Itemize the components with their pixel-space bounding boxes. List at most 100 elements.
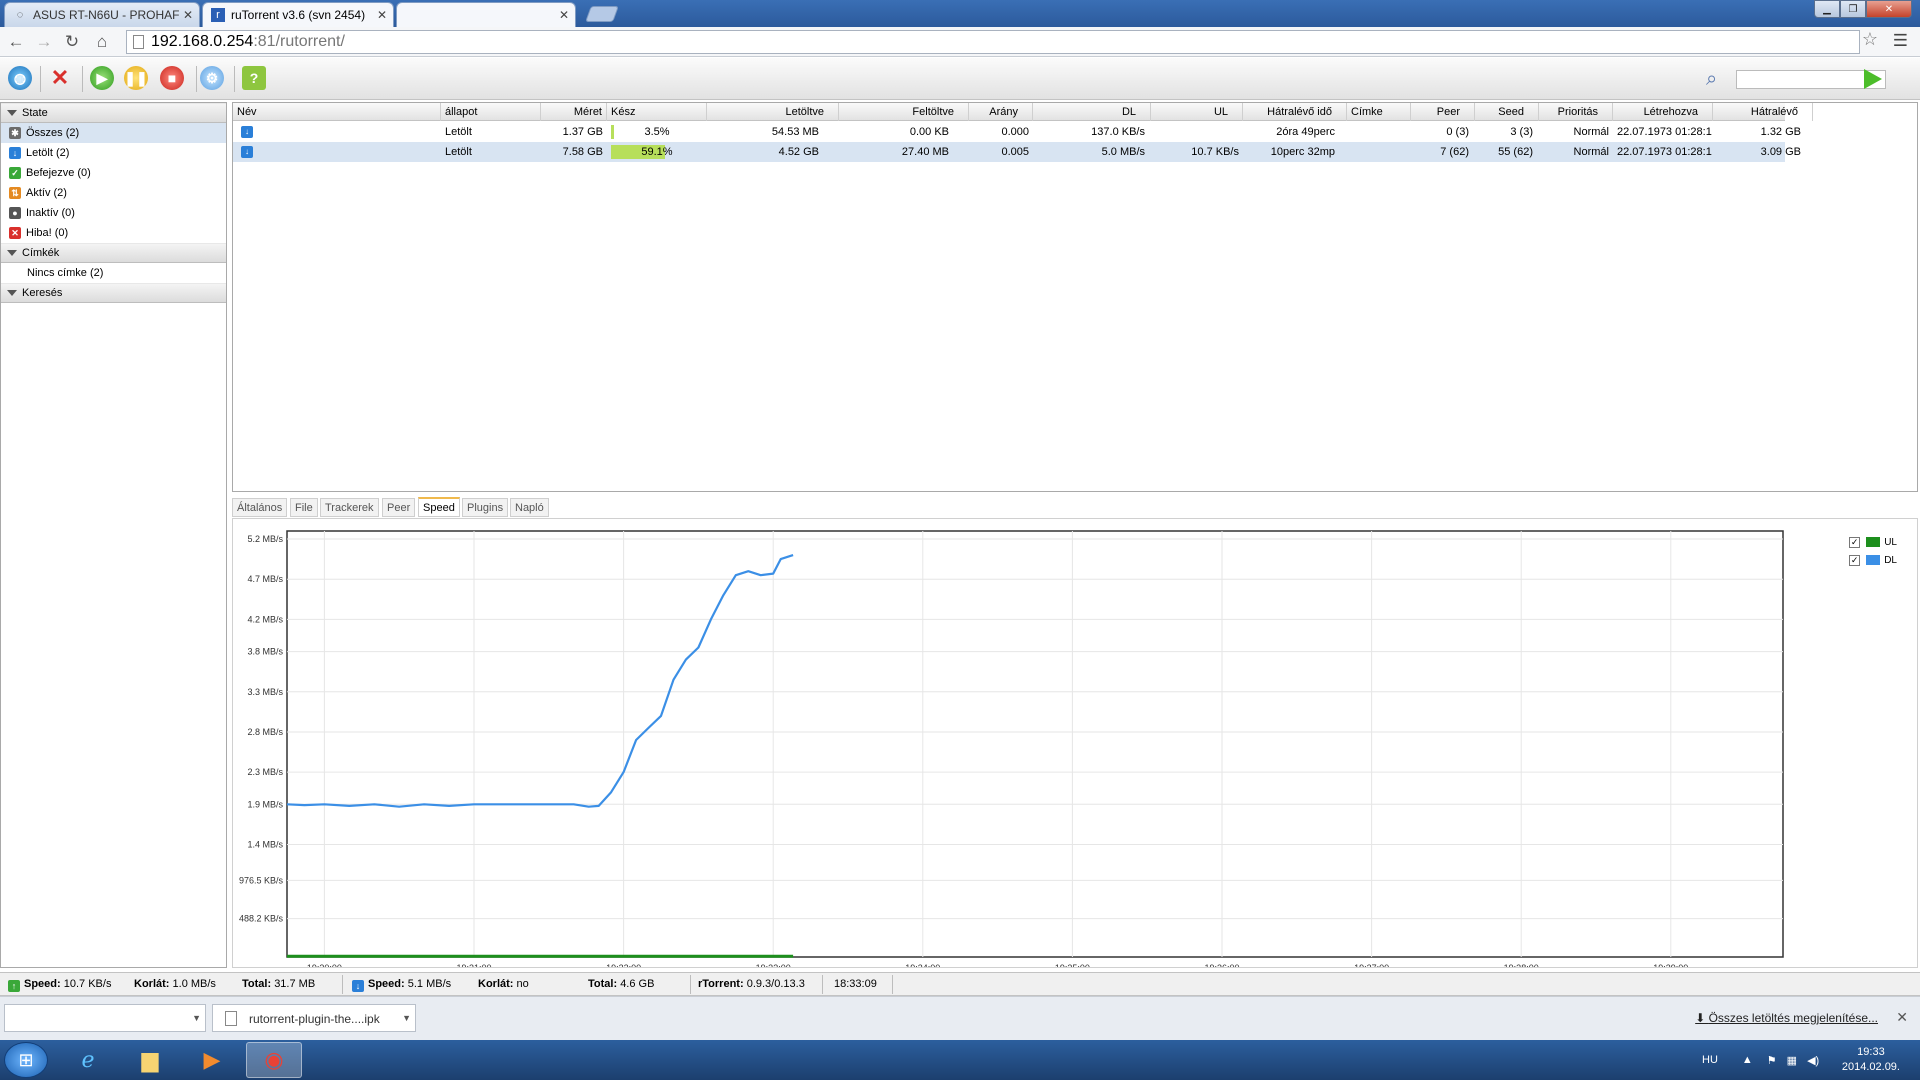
taskbar-clock[interactable]: 19:33 2014.02.09. [1842, 1045, 1900, 1075]
stop-icon[interactable]: ■ [160, 66, 184, 90]
column-header-seeds[interactable]: Seed [1475, 103, 1539, 121]
column-header-created[interactable]: Létrehozva [1613, 103, 1713, 121]
download-item[interactable]: rutorrent-plugin-the....ipk ▼ [212, 1004, 416, 1032]
show-all-downloads-link[interactable]: ⬇ Összes letöltés megjelenítése... [1695, 1011, 1878, 1025]
column-header-uploaded[interactable]: Feltöltve [839, 103, 969, 121]
ie-icon[interactable]: ℯ [60, 1042, 116, 1078]
upload-icon: ↑ [8, 980, 20, 992]
add-torrent-globe-icon[interactable]: ◍ [8, 66, 32, 90]
ul-limit[interactable]: Korlát: 1.0 MB/s [134, 973, 216, 996]
network-icon[interactable]: ▦ [1787, 1054, 1797, 1067]
home-icon[interactable]: ⌂ [92, 32, 112, 52]
tab-trackers[interactable]: Trackerek [320, 498, 379, 517]
checkbox-icon[interactable]: ✓ [1849, 536, 1861, 548]
new-tab-button[interactable] [585, 6, 619, 22]
state-item-active[interactable]: ⇅ Aktív (2) [1, 183, 226, 203]
start-button[interactable]: ⊞ [4, 1042, 48, 1078]
start-icon[interactable]: ▶ [90, 66, 114, 90]
table-row[interactable]: ↓ Letölt 7.58 GB 59.1% 4.52 GB 27.40 MB … [233, 142, 1801, 162]
browser-tab-asus[interactable]: ◌ ASUS RT-N66U - PROHAF ✕ [4, 2, 200, 27]
legend-item-ul[interactable]: ✓ UL [1849, 533, 1897, 551]
back-icon[interactable]: ← [6, 32, 26, 52]
cell-name [257, 142, 441, 162]
search-header[interactable]: Keresés [1, 283, 226, 303]
close-window-button[interactable]: ✕ [1866, 0, 1912, 18]
label-item-none[interactable]: Nincs címke (2) [1, 263, 226, 283]
tab-general[interactable]: Általános [232, 498, 288, 517]
cell-eta: 2óra 49perc [1276, 126, 1335, 138]
bookmark-star-icon[interactable]: ☆ [1862, 29, 1878, 50]
language-indicator[interactable]: HU [1702, 1054, 1718, 1066]
dl-limit[interactable]: Korlát: no [478, 973, 529, 996]
settings-gear-icon[interactable]: ⚙ [200, 66, 224, 90]
pause-icon[interactable]: ❚❚ [124, 66, 148, 90]
volume-icon[interactable]: ◀) [1807, 1054, 1819, 1067]
column-header-done[interactable]: Kész [607, 103, 707, 121]
close-tab-icon[interactable]: ✕ [183, 8, 193, 22]
legend-item-dl[interactable]: ✓ DL [1849, 551, 1897, 569]
cell-seeds: 3 (3) [1510, 126, 1533, 138]
checkbox-icon[interactable]: ✓ [1849, 554, 1861, 566]
state-item-inactive[interactable]: ● Inaktív (0) [1, 203, 226, 223]
state-item-downloading[interactable]: ↓ Letölt (2) [1, 143, 226, 163]
column-header-peers[interactable]: Peer [1411, 103, 1475, 121]
search-go-icon[interactable] [1864, 69, 1882, 89]
menu-icon[interactable]: ☰ [1893, 31, 1908, 51]
state-item-completed[interactable]: ✓ Befejezve (0) [1, 163, 226, 183]
column-header-size[interactable]: Méret [541, 103, 607, 121]
column-header-remaining[interactable]: Hátralévő [1713, 103, 1813, 121]
labels-header[interactable]: Címkék [1, 243, 226, 263]
column-header-dl[interactable]: DL [1033, 103, 1151, 121]
column-header-status[interactable]: állapot [441, 103, 541, 121]
tab-files[interactable]: File [290, 498, 318, 517]
cell-uploaded: 27.40 MB [901, 146, 949, 158]
tray-expand-icon[interactable]: ▲ [1742, 1054, 1753, 1066]
column-header-eta[interactable]: Hátralévő idő [1243, 103, 1347, 121]
remove-torrent-icon[interactable]: ✕ [48, 65, 72, 90]
column-header-name[interactable]: Név [233, 103, 441, 121]
collapse-icon [7, 110, 17, 116]
reload-icon[interactable]: ↻ [62, 32, 82, 52]
browser-tab-blank[interactable]: ✕ [396, 2, 576, 27]
folder-icon[interactable]: ▆ [122, 1042, 178, 1078]
x-tick-label: 19:34:00 [905, 963, 940, 967]
close-tab-icon[interactable]: ✕ [559, 8, 569, 22]
tab-peers[interactable]: Peer [382, 498, 416, 517]
browser-tab-rutorrent[interactable]: r ruTorrent v3.6 (svn 2454) ✕ [202, 2, 394, 27]
chevron-down-icon[interactable]: ▼ [402, 1013, 411, 1023]
column-header-downloaded[interactable]: Letöltve [707, 103, 839, 121]
chart-legend: ✓ UL ✓ DL [1849, 533, 1897, 569]
rutorrent-toolbar: ◍ ✕ ▶ ❚❚ ■ ⚙ ? ⌕ [0, 58, 1920, 100]
close-tab-icon[interactable]: ✕ [377, 8, 387, 22]
maximize-button[interactable]: ❐ [1840, 0, 1866, 18]
tab-speed[interactable]: Speed [418, 497, 460, 517]
close-icon[interactable]: ✕ [1896, 1009, 1908, 1026]
cell-downloaded: 4.52 GB [778, 146, 819, 158]
help-icon[interactable]: ? [242, 66, 266, 90]
search-icon[interactable]: ⌕ [1706, 68, 1717, 91]
state-item-error[interactable]: ✕ Hiba! (0) [1, 223, 226, 243]
column-header-ul[interactable]: UL [1151, 103, 1243, 121]
column-header-priority[interactable]: Prioritás [1539, 103, 1613, 121]
column-header-ratio[interactable]: Arány [969, 103, 1033, 121]
minimize-button[interactable]: ▁ [1814, 0, 1840, 18]
x-tick-label: 19:33:00 [756, 963, 791, 967]
download-item-empty[interactable]: ▼ [4, 1004, 206, 1032]
forward-icon[interactable]: → [34, 32, 54, 52]
y-tick-label: 1.4 MB/s [247, 839, 283, 849]
cell-priority: Normál [1573, 146, 1609, 158]
state-header[interactable]: State [1, 103, 226, 123]
browser-tab-strip: ◌ ASUS RT-N66U - PROHAF ✕ r ruTorrent v3… [0, 0, 1920, 27]
cell-ul [1151, 122, 1243, 142]
column-header-label[interactable]: Címke [1347, 103, 1411, 121]
media-player-icon[interactable]: ▶ [184, 1042, 240, 1078]
state-item-all[interactable]: ✱ Összes (2) [1, 123, 226, 143]
tab-plugins[interactable]: Plugins [462, 498, 509, 517]
chevron-down-icon[interactable]: ▼ [192, 1013, 201, 1023]
action-center-flag-icon[interactable]: ⚑ [1767, 1054, 1777, 1067]
chrome-icon[interactable]: ◉ [246, 1042, 302, 1078]
table-row[interactable]: ↓ Letölt 1.37 GB 3.5% 54.53 MB 0.00 KB 0… [233, 122, 1801, 142]
download-icon: ↓ [241, 126, 253, 138]
tab-log[interactable]: Napló [510, 498, 549, 517]
address-bar[interactable]: 192.168.0.254:81/rutorrent/ [126, 30, 1860, 54]
